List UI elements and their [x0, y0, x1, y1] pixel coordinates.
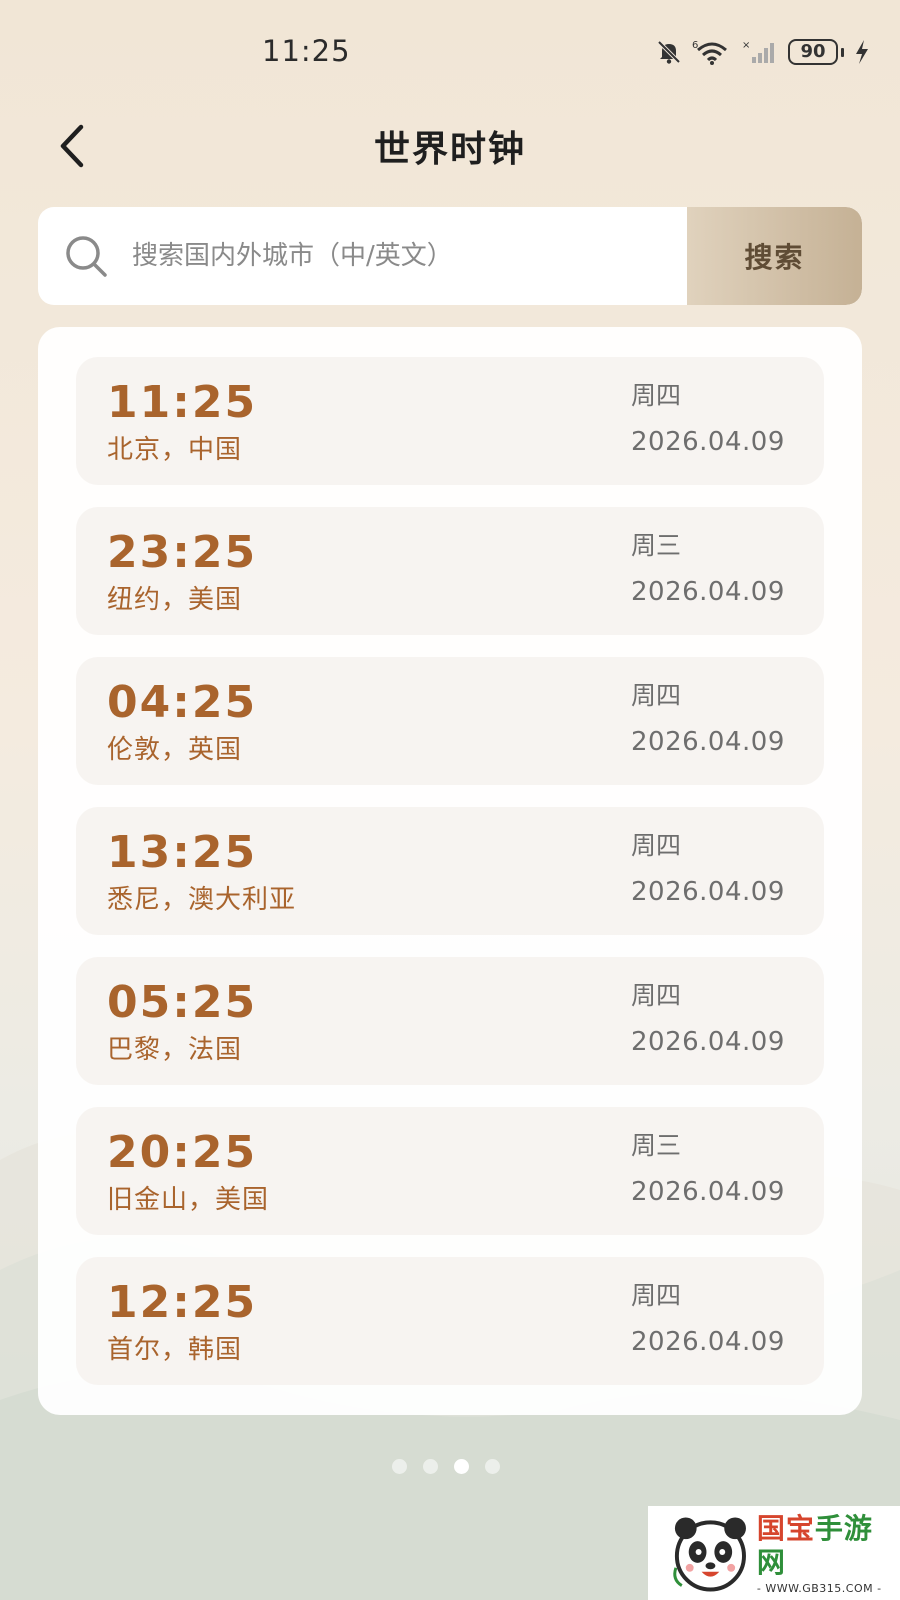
clock-weekday: 周四	[631, 381, 682, 410]
page-dot[interactable]	[485, 1459, 500, 1474]
clock-weekday: 周三	[631, 1131, 682, 1160]
watermark-text: 国宝手游网 - WWW.GB315.COM -	[757, 1512, 900, 1595]
clock-card[interactable]: 12:25 首尔，韩国 周四 2026.04.09	[76, 1257, 824, 1385]
clock-time: 12:25	[107, 1277, 258, 1328]
search-icon	[66, 236, 107, 277]
battery-level: 90	[788, 39, 838, 65]
clock-date: 2026.04.09	[631, 877, 785, 907]
charging-icon	[856, 40, 868, 64]
clock-time: 13:25	[107, 827, 258, 878]
clock-date: 2026.04.09	[631, 1327, 785, 1357]
search-button[interactable]: 搜索	[687, 207, 862, 305]
wifi-generation-label: 6	[692, 40, 698, 51]
clock-city: 旧金山，美国	[107, 1185, 270, 1215]
status-time: 11:25	[262, 34, 351, 68]
watermark-title: 国宝手游网	[757, 1512, 900, 1580]
clock-date: 2026.04.09	[631, 1177, 785, 1207]
page-dot-active[interactable]	[454, 1459, 469, 1474]
clock-city: 悉尼，澳大利亚	[107, 885, 297, 915]
battery-tip	[841, 47, 844, 57]
search-field[interactable]	[38, 207, 687, 305]
clock-date: 2026.04.09	[631, 427, 785, 457]
clock-card[interactable]: 05:25 巴黎，法国 周四 2026.04.09	[76, 957, 824, 1085]
clock-city: 纽约，美国	[107, 585, 243, 615]
search-input[interactable]	[130, 240, 654, 272]
page-dot[interactable]	[392, 1459, 407, 1474]
clock-date: 2026.04.09	[631, 1027, 785, 1057]
clock-time: 11:25	[107, 377, 258, 428]
bell-muted-icon	[657, 40, 681, 64]
clock-weekday: 周四	[631, 1281, 682, 1310]
clock-weekday: 周三	[631, 531, 682, 560]
clock-weekday: 周四	[631, 831, 682, 860]
clock-city: 北京，中国	[107, 435, 243, 465]
clock-weekday: 周四	[631, 981, 682, 1010]
page-title: 世界时钟	[373, 129, 526, 170]
page-indicator	[392, 1459, 500, 1474]
clock-city: 巴黎，法国	[107, 1035, 243, 1065]
status-icons: 6 × 90	[656, 38, 870, 66]
clock-city: 伦敦，英国	[107, 735, 243, 765]
clock-date: 2026.04.09	[631, 577, 785, 607]
clock-time: 20:25	[107, 1127, 258, 1178]
wifi-icon: 6	[692, 40, 727, 65]
battery-indicator: 90	[788, 39, 844, 65]
clock-card[interactable]: 23:25 纽约，美国 周三 2026.04.09	[76, 507, 824, 635]
page-dot[interactable]	[423, 1459, 438, 1474]
clock-card[interactable]: 04:25 伦敦，英国 周四 2026.04.09	[76, 657, 824, 785]
search-bar: 搜索	[38, 207, 862, 305]
clock-list-panel: 11:25 北京，中国 周四 2026.04.09 23:25 纽约，美国 周三…	[38, 327, 862, 1415]
status-bar: 11:25 6 × 90	[0, 0, 900, 110]
clock-time: 04:25	[107, 677, 258, 728]
svg-text:×: ×	[742, 40, 750, 51]
watermark-url: - WWW.GB315.COM -	[756, 1581, 882, 1595]
clock-city: 首尔，韩国	[107, 1335, 243, 1365]
watermark: 国宝手游网 - WWW.GB315.COM -	[648, 1506, 900, 1600]
clock-time: 05:25	[107, 977, 258, 1028]
clock-card[interactable]: 20:25 旧金山，美国 周三 2026.04.09	[76, 1107, 824, 1235]
app-header: 世界时钟	[0, 110, 900, 190]
clock-card[interactable]: 11:25 北京，中国 周四 2026.04.09	[76, 357, 824, 485]
clock-date: 2026.04.09	[631, 727, 785, 757]
watermark-title-red: 国宝	[756, 1511, 815, 1545]
clock-card[interactable]: 13:25 悉尼，澳大利亚 周四 2026.04.09	[76, 807, 824, 935]
clock-weekday: 周四	[631, 681, 682, 710]
clock-time: 23:25	[107, 527, 258, 578]
panda-logo-icon	[673, 1517, 746, 1592]
cellular-signal-icon: ×	[742, 40, 774, 63]
